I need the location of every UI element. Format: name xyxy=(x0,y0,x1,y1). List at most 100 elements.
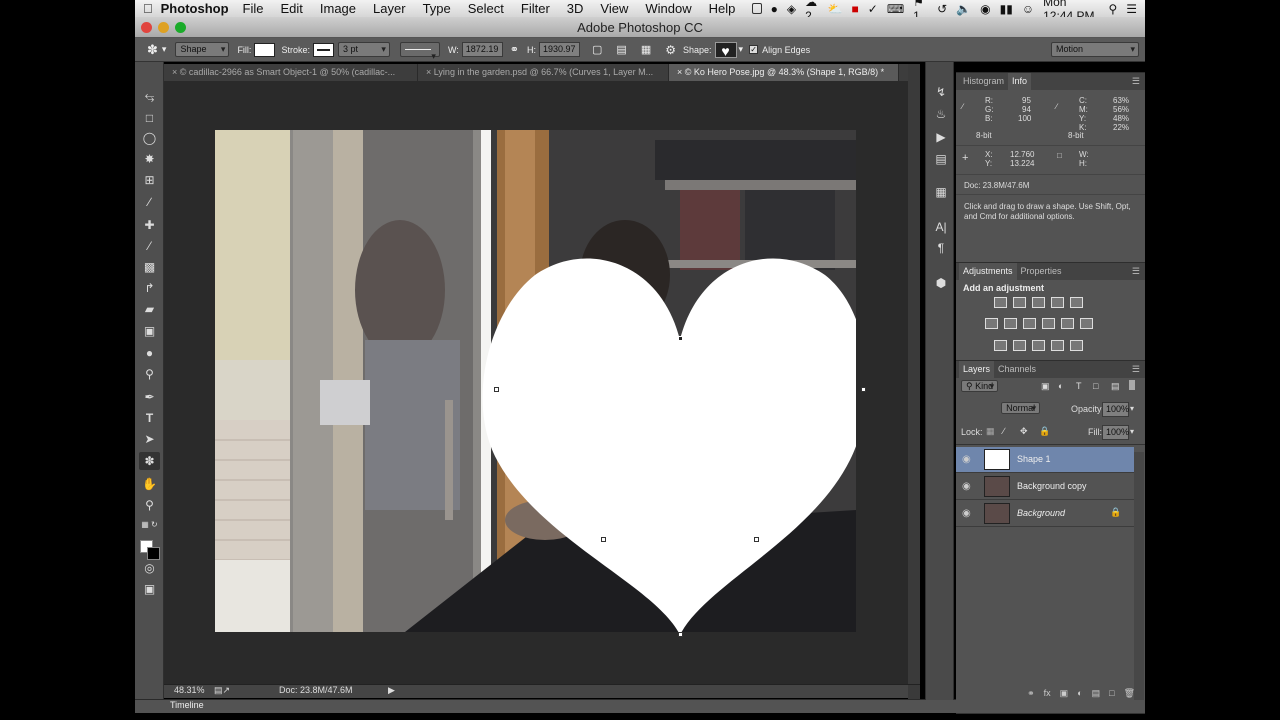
menu-file[interactable]: File xyxy=(243,1,264,16)
link-layers-icon[interactable]: ⚭ xyxy=(1027,688,1035,701)
workspace-select[interactable]: Motion xyxy=(1051,42,1139,57)
brightness-icon[interactable] xyxy=(994,297,1007,308)
layers-scrollbar[interactable] xyxy=(1134,452,1144,700)
fill-field[interactable]: 100% xyxy=(1102,425,1129,440)
default-colors-icon[interactable]: ▦ ↻ xyxy=(139,516,160,534)
opacity-slider-arrow-icon[interactable]: ▾ xyxy=(1130,404,1134,413)
lock-all-icon[interactable]: 🔒 xyxy=(1039,426,1050,437)
fill-swatch[interactable] xyxy=(254,42,276,57)
evernote-icon[interactable] xyxy=(752,3,762,14)
quick-select-tool-icon[interactable]: ✸ xyxy=(139,150,160,168)
layer-style-icon[interactable]: fx xyxy=(1044,688,1051,701)
history-panel-icon[interactable]: ↯ xyxy=(932,84,950,100)
layer-row-background-copy[interactable]: ◉ Background copy xyxy=(956,474,1134,500)
pen-tool-icon[interactable]: ✒ xyxy=(139,388,160,406)
visibility-eye-icon[interactable]: ◉ xyxy=(962,481,971,492)
bluetooth-icon[interactable]: ✓ xyxy=(868,2,878,16)
visibility-eye-icon[interactable]: ◉ xyxy=(962,508,971,519)
menu-image[interactable]: Image xyxy=(320,1,356,16)
menu-type[interactable]: Type xyxy=(423,1,451,16)
new-layer-icon[interactable]: □ xyxy=(1109,688,1114,701)
path-anchor-point[interactable] xyxy=(601,537,606,542)
align-edges-checkbox[interactable]: ✓ xyxy=(749,45,759,54)
apple-menu-icon[interactable]:  xyxy=(135,1,161,16)
blur-tool-icon[interactable]: ● xyxy=(139,344,160,362)
layer-row-shape-1[interactable]: ◉ Shape 1 xyxy=(956,447,1134,473)
stroke-width-field[interactable]: 3 pt xyxy=(337,42,390,57)
filter-smart-object-icon[interactable]: ▤ xyxy=(1111,381,1120,392)
close-window-button[interactable] xyxy=(141,22,152,33)
user-icon[interactable]: ☺ xyxy=(1022,2,1034,16)
status-menu-arrow-icon[interactable]: ▶ xyxy=(388,685,395,696)
brush-presets-icon[interactable]: ♨ xyxy=(932,106,950,122)
tool-presets-icon[interactable]: ▤ xyxy=(932,151,950,167)
dropbox-icon[interactable]: ◈ xyxy=(787,2,796,16)
new-group-icon[interactable]: ▤ xyxy=(1092,688,1101,701)
lock-image-icon[interactable]: ∕ xyxy=(1003,426,1005,436)
filter-pixel-icon[interactable]: ▣ xyxy=(1041,381,1050,392)
menu-select[interactable]: Select xyxy=(468,1,504,16)
close-tab-icon[interactable]: × xyxy=(677,67,685,77)
channel-mixer-icon[interactable] xyxy=(1061,318,1074,329)
path-alignment-icon[interactable]: ▤ xyxy=(616,43,626,56)
path-selection-tool-icon[interactable]: ➤ xyxy=(139,430,160,448)
wifi-icon[interactable]: ◉ xyxy=(980,2,990,16)
width-field[interactable]: 1872.19 xyxy=(461,42,503,57)
tab-adjustments[interactable]: Adjustments xyxy=(959,263,1017,280)
eraser-tool-icon[interactable]: ▰ xyxy=(139,300,160,318)
close-tab-icon[interactable]: × xyxy=(172,67,180,77)
filter-adjustment-icon[interactable]: ◐ xyxy=(1058,381,1063,391)
clone-stamp-tool-icon[interactable]: ▩ xyxy=(139,258,160,276)
layer-name[interactable]: Background xyxy=(1017,508,1065,518)
screen-recorder-icon[interactable]: ■ xyxy=(852,2,859,16)
path-anchor-point[interactable] xyxy=(754,537,759,542)
time-machine-icon[interactable]: ↺ xyxy=(937,2,947,16)
zoom-tool-icon[interactable]: ⚲ xyxy=(139,496,160,514)
panel-menu-icon[interactable]: ☰ xyxy=(1128,263,1145,280)
app-menu[interactable]: Photoshop xyxy=(161,1,229,16)
panel-menu-icon[interactable]: ☰ xyxy=(1128,73,1145,90)
layer-name[interactable]: Shape 1 xyxy=(1017,454,1051,464)
add-mask-icon[interactable]: ▣ xyxy=(1060,688,1069,701)
hue-saturation-icon[interactable] xyxy=(985,318,998,329)
record-icon[interactable]: ● xyxy=(771,2,778,16)
vertical-scrollbar[interactable] xyxy=(908,64,920,700)
menu-filter[interactable]: Filter xyxy=(521,1,550,16)
filter-shape-icon[interactable]: □ xyxy=(1093,381,1098,391)
close-tab-icon[interactable]: × xyxy=(426,67,434,77)
lock-position-icon[interactable]: ✥ xyxy=(1020,426,1028,437)
posterize-icon[interactable] xyxy=(1013,340,1026,351)
layer-filter-select[interactable]: ⚲ Kind xyxy=(961,380,999,392)
tab-info[interactable]: Info xyxy=(1008,73,1032,90)
levels-icon[interactable] xyxy=(1013,297,1026,308)
height-field[interactable]: 1930.97 xyxy=(539,42,581,57)
opacity-field[interactable]: 100% xyxy=(1102,402,1129,417)
menu-help[interactable]: Help xyxy=(709,1,736,16)
type-tool-icon[interactable]: T xyxy=(139,409,160,427)
tab-cadillac[interactable]: × © cadillac-2966 as Smart Object-1 @ 50… xyxy=(164,64,418,81)
keyboard-icon[interactable]: ⌨ xyxy=(887,2,904,16)
custom-shape-tool-icon[interactable]: ✽ xyxy=(139,452,160,470)
actions-play-icon[interactable]: ▶ xyxy=(932,129,950,145)
healing-brush-tool-icon[interactable]: ✚ xyxy=(139,216,160,234)
stroke-swatch[interactable] xyxy=(312,42,334,57)
threshold-icon[interactable] xyxy=(1032,340,1045,351)
transform-handle[interactable] xyxy=(494,387,499,392)
share-icon[interactable]: ▤↗ xyxy=(214,685,230,696)
move-tool-icon[interactable]: ⥃ xyxy=(139,87,160,105)
shape-picker-heart-icon[interactable]: ♥ xyxy=(714,41,737,59)
tab-histogram[interactable]: Histogram xyxy=(959,73,1008,90)
color-balance-icon[interactable] xyxy=(1004,318,1017,329)
lock-transparent-icon[interactable]: ▦ xyxy=(986,426,995,437)
transform-handle[interactable] xyxy=(678,632,683,637)
character-panel-icon[interactable]: A| xyxy=(932,219,950,235)
screen-mode-icon[interactable]: ▣ xyxy=(139,580,160,598)
menu-view[interactable]: View xyxy=(600,1,628,16)
vibrance-icon[interactable] xyxy=(1070,297,1083,308)
eyedropper-tool-icon[interactable]: ∕ xyxy=(139,193,160,211)
fill-slider-arrow-icon[interactable]: ▾ xyxy=(1130,427,1134,436)
path-arrangement-icon[interactable]: ▦ xyxy=(641,43,651,56)
custom-shape-tool-icon[interactable]: ✽ xyxy=(147,42,158,58)
spotlight-icon[interactable]: ⚲ xyxy=(1108,2,1117,16)
stroke-type-select[interactable] xyxy=(399,42,440,63)
